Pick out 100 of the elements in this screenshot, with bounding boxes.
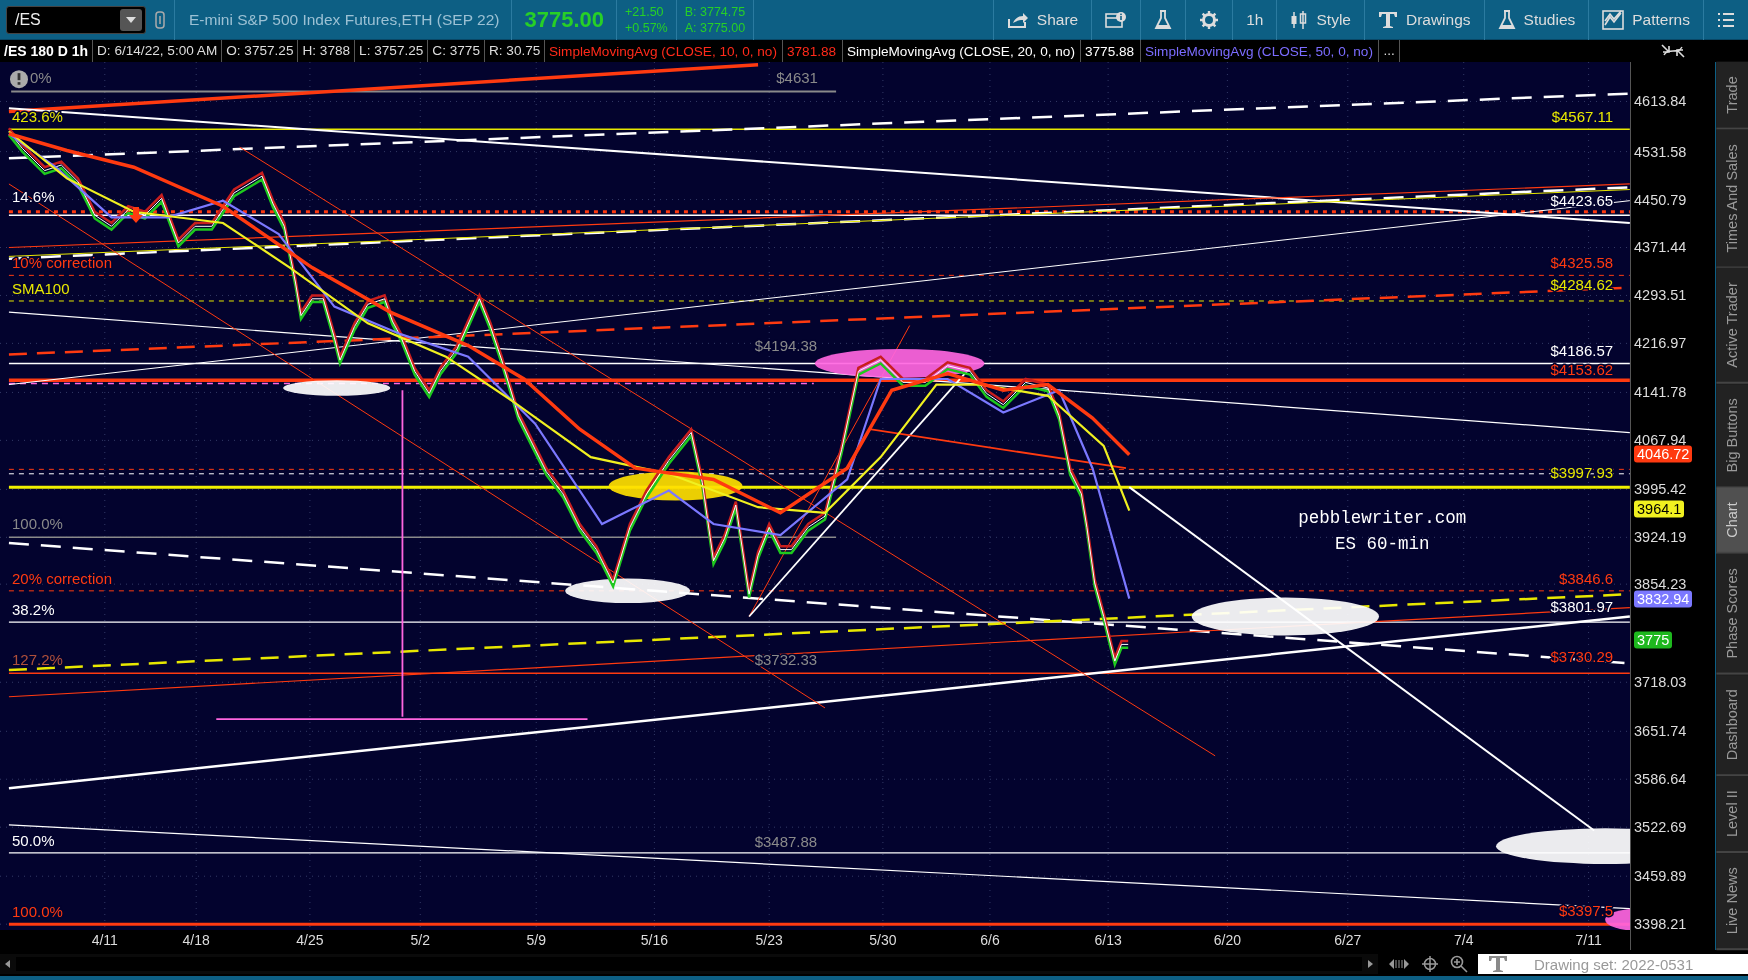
date-tick: 6/13: [1094, 932, 1122, 948]
price-level-label: $4631: [776, 69, 818, 87]
price-tick: 3459.89: [1634, 868, 1687, 885]
price-tick: 3586.64: [1634, 771, 1687, 788]
toolbar-button[interactable]: Share: [992, 0, 1092, 40]
flask-icon: [1497, 9, 1516, 30]
chart-note: ES 60-min: [1335, 533, 1430, 554]
level-label: 100.0%: [12, 903, 63, 920]
pattern-icon: [1602, 9, 1625, 30]
price-tick: 3651.74: [1634, 723, 1687, 740]
dropdown-button[interactable]: [120, 8, 142, 31]
date-tick: 5/16: [640, 932, 668, 948]
price-badge: 3832.94: [1634, 590, 1693, 608]
price-level-label: $4567.11: [1551, 108, 1614, 126]
price-tick: 4141.78: [1634, 384, 1687, 401]
date-tick: 5/9: [526, 932, 546, 948]
share-icon: [1006, 10, 1029, 29]
price-tick: 4293.51: [1634, 287, 1687, 304]
info-icon: [1105, 10, 1128, 29]
price-tick: 4613.84: [1634, 93, 1687, 110]
level-label: 100.0%: [12, 515, 63, 533]
alert-icon: [10, 70, 28, 89]
side-tab[interactable]: Times And Sales: [1715, 129, 1748, 269]
level-label: 10% correction: [12, 254, 113, 272]
last-price: 3775.00: [512, 0, 617, 40]
symbol-field[interactable]: /ES: [6, 5, 146, 34]
menu-icon: [1717, 11, 1735, 28]
level-label: SMA100: [12, 279, 70, 297]
pan-icon[interactable]: [1388, 957, 1410, 971]
date-tick: 5/2: [410, 932, 430, 948]
text-tool-icon: [1377, 10, 1398, 29]
level-label: 20% correction: [12, 569, 113, 587]
price-tick: 4216.97: [1634, 335, 1687, 352]
instrument-description: E-mini S&P 500 Index Futures,ETH (SEP 22): [174, 0, 513, 40]
price-level-label: $3397.5: [1558, 901, 1614, 919]
scroll-left-icon[interactable]: [4, 959, 12, 969]
link-icon[interactable]: [154, 9, 166, 30]
price-badge: 3775: [1634, 631, 1673, 649]
side-tab[interactable]: Phase Scores: [1715, 554, 1748, 675]
price-tick: 4371.44: [1634, 239, 1687, 256]
chart-note: pebblewriter.com: [1298, 508, 1467, 528]
toolbar-button[interactable]: Studies: [1483, 0, 1589, 40]
toolbar-button[interactable]: Drawings: [1363, 0, 1484, 40]
ask-price: A: 3775.00: [684, 19, 746, 36]
bid-price: B: 3774.75: [684, 3, 746, 20]
price-level-label: $4423.65: [1550, 191, 1614, 209]
date-tick: 5/30: [869, 932, 897, 948]
candlestick-icon: [1290, 9, 1309, 30]
price-level-label: $3730.29: [1550, 647, 1614, 665]
date-tick: 7/11: [1575, 932, 1602, 948]
price-badge: 3964.1: [1634, 500, 1685, 518]
date-tick: 6/20: [1213, 932, 1241, 948]
price-tick: 3854.23: [1634, 576, 1687, 593]
price-level-label: $3732.33: [754, 651, 818, 669]
toolbar-button[interactable]: Style: [1276, 0, 1364, 40]
price-level-label: $3997.93: [1550, 463, 1614, 481]
date-tick: 6/27: [1334, 932, 1362, 948]
toolbar-button[interactable]: 1h: [1232, 0, 1277, 40]
price-level-label: $4153.62: [1550, 361, 1614, 379]
price-level-label: $4325.58: [1550, 254, 1614, 272]
net-change: +21.50: [624, 3, 665, 20]
price-tick: 3398.21: [1634, 916, 1687, 933]
price-tick: 3924.19: [1634, 529, 1687, 546]
level-label: 0%: [30, 69, 52, 87]
side-tab[interactable]: Big Buttons: [1715, 383, 1748, 489]
caret-icon: [125, 15, 137, 24]
side-tab[interactable]: Dashboard: [1715, 674, 1748, 776]
level-label: 50.0%: [12, 831, 55, 849]
down-arrow-icon: [129, 207, 143, 223]
crosshair-icon[interactable]: [1422, 956, 1438, 972]
toolbar-button[interactable]: Patterns: [1588, 0, 1703, 40]
date-tick: 6/6: [980, 932, 1000, 948]
scroll-right-icon[interactable]: [1366, 959, 1374, 969]
flask-icon: [1154, 9, 1173, 30]
price-tick: 3718.03: [1634, 674, 1687, 691]
level-label: 38.2%: [12, 600, 55, 618]
date-tick: 4/25: [296, 932, 324, 948]
date-tick: 5/23: [755, 932, 783, 948]
side-tab[interactable]: Chart: [1715, 488, 1748, 555]
price-level-label: $3487.88: [754, 832, 818, 850]
price-tick: 4450.79: [1634, 191, 1687, 208]
percent-change: +0.57%: [624, 19, 668, 36]
level-label: 423.6%: [12, 108, 63, 126]
side-tab[interactable]: Live News: [1715, 852, 1748, 951]
price-tick: 4531.58: [1634, 143, 1687, 160]
date-tick: 7/4: [1454, 932, 1474, 948]
text-tool-icon[interactable]: [1488, 955, 1508, 973]
price-tick: 3995.42: [1634, 481, 1687, 498]
side-tab[interactable]: Active Trader: [1715, 268, 1748, 384]
level-label: 127.2%: [12, 651, 63, 669]
date-tick: 4/11: [91, 932, 118, 948]
zoom-icon[interactable]: [1450, 955, 1468, 973]
price-level-label: $4186.57: [1550, 342, 1614, 360]
side-tab[interactable]: Trade: [1715, 62, 1748, 130]
price-level-label: $3846.6: [1558, 569, 1614, 587]
price-tick: 3522.69: [1634, 819, 1687, 836]
side-tab[interactable]: Level II: [1715, 775, 1748, 853]
settings-icon: [1199, 9, 1220, 30]
date-tick: 4/18: [182, 932, 210, 948]
drawing-set-label[interactable]: Drawing set: 2022-0531: [1534, 955, 1694, 973]
